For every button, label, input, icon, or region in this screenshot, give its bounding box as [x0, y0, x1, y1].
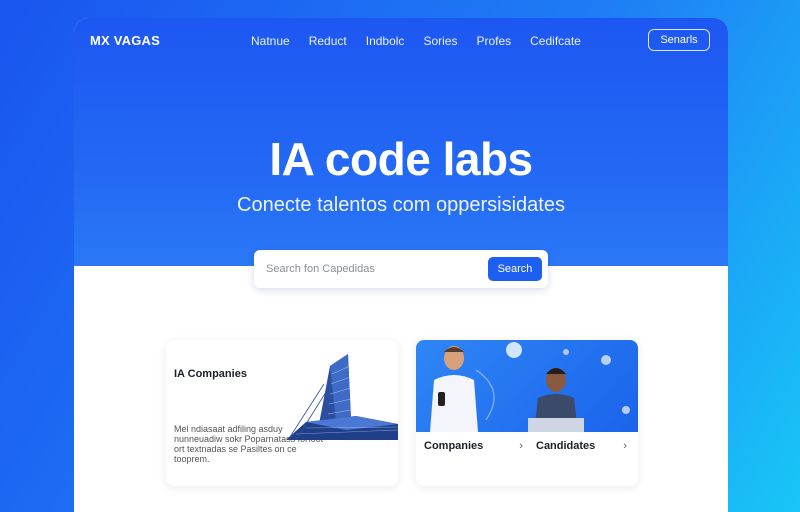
search-input[interactable] — [266, 261, 476, 277]
search-bar: Search — [254, 250, 548, 288]
people-card: Companies › Candidates › — [416, 340, 638, 486]
nav-link-1[interactable]: Natnue — [251, 34, 290, 48]
nav-link-4[interactable]: Sories — [423, 34, 457, 48]
nav-link-2[interactable]: Reduct — [309, 34, 347, 48]
nav-link-6[interactable]: Cedifcate — [530, 34, 581, 48]
top-nav: MX VAGAS Natnue Reduct Indbolc Sories Pr… — [74, 18, 728, 64]
people-photo — [416, 340, 638, 432]
building-illustration — [286, 354, 398, 440]
brand-logo[interactable]: MX VAGAS — [90, 33, 160, 48]
chevron-right-icon: › — [623, 440, 627, 452]
search-button[interactable]: Search — [488, 257, 542, 281]
nav-link-3[interactable]: Indbolc — [366, 34, 405, 48]
hero-title: IA code labs — [269, 133, 533, 185]
companies-link[interactable]: Companies › — [424, 440, 523, 452]
nav-cta-button[interactable]: Senarls — [648, 29, 710, 51]
companies-label: Companies — [424, 440, 484, 452]
hero-subtitle: Conecte talentos com oppersisidates — [237, 194, 565, 216]
chevron-right-icon: › — [519, 440, 523, 452]
candidates-label: Candidates — [536, 440, 596, 452]
nav-links: Natnue Reduct Indbolc Sories Profes Cedi… — [251, 34, 600, 48]
page-frame: MX VAGAS Natnue Reduct Indbolc Sories Pr… — [74, 18, 728, 512]
companies-card[interactable]: IA Companies Mel ndiasaat adfiling asduy… — [166, 340, 398, 486]
hero-section: MX VAGAS Natnue Reduct Indbolc Sories Pr… — [74, 18, 728, 266]
nav-link-5[interactable]: Profes — [476, 34, 511, 48]
card-title: IA Companies — [174, 368, 247, 380]
candidates-link[interactable]: Candidates › — [536, 440, 627, 452]
